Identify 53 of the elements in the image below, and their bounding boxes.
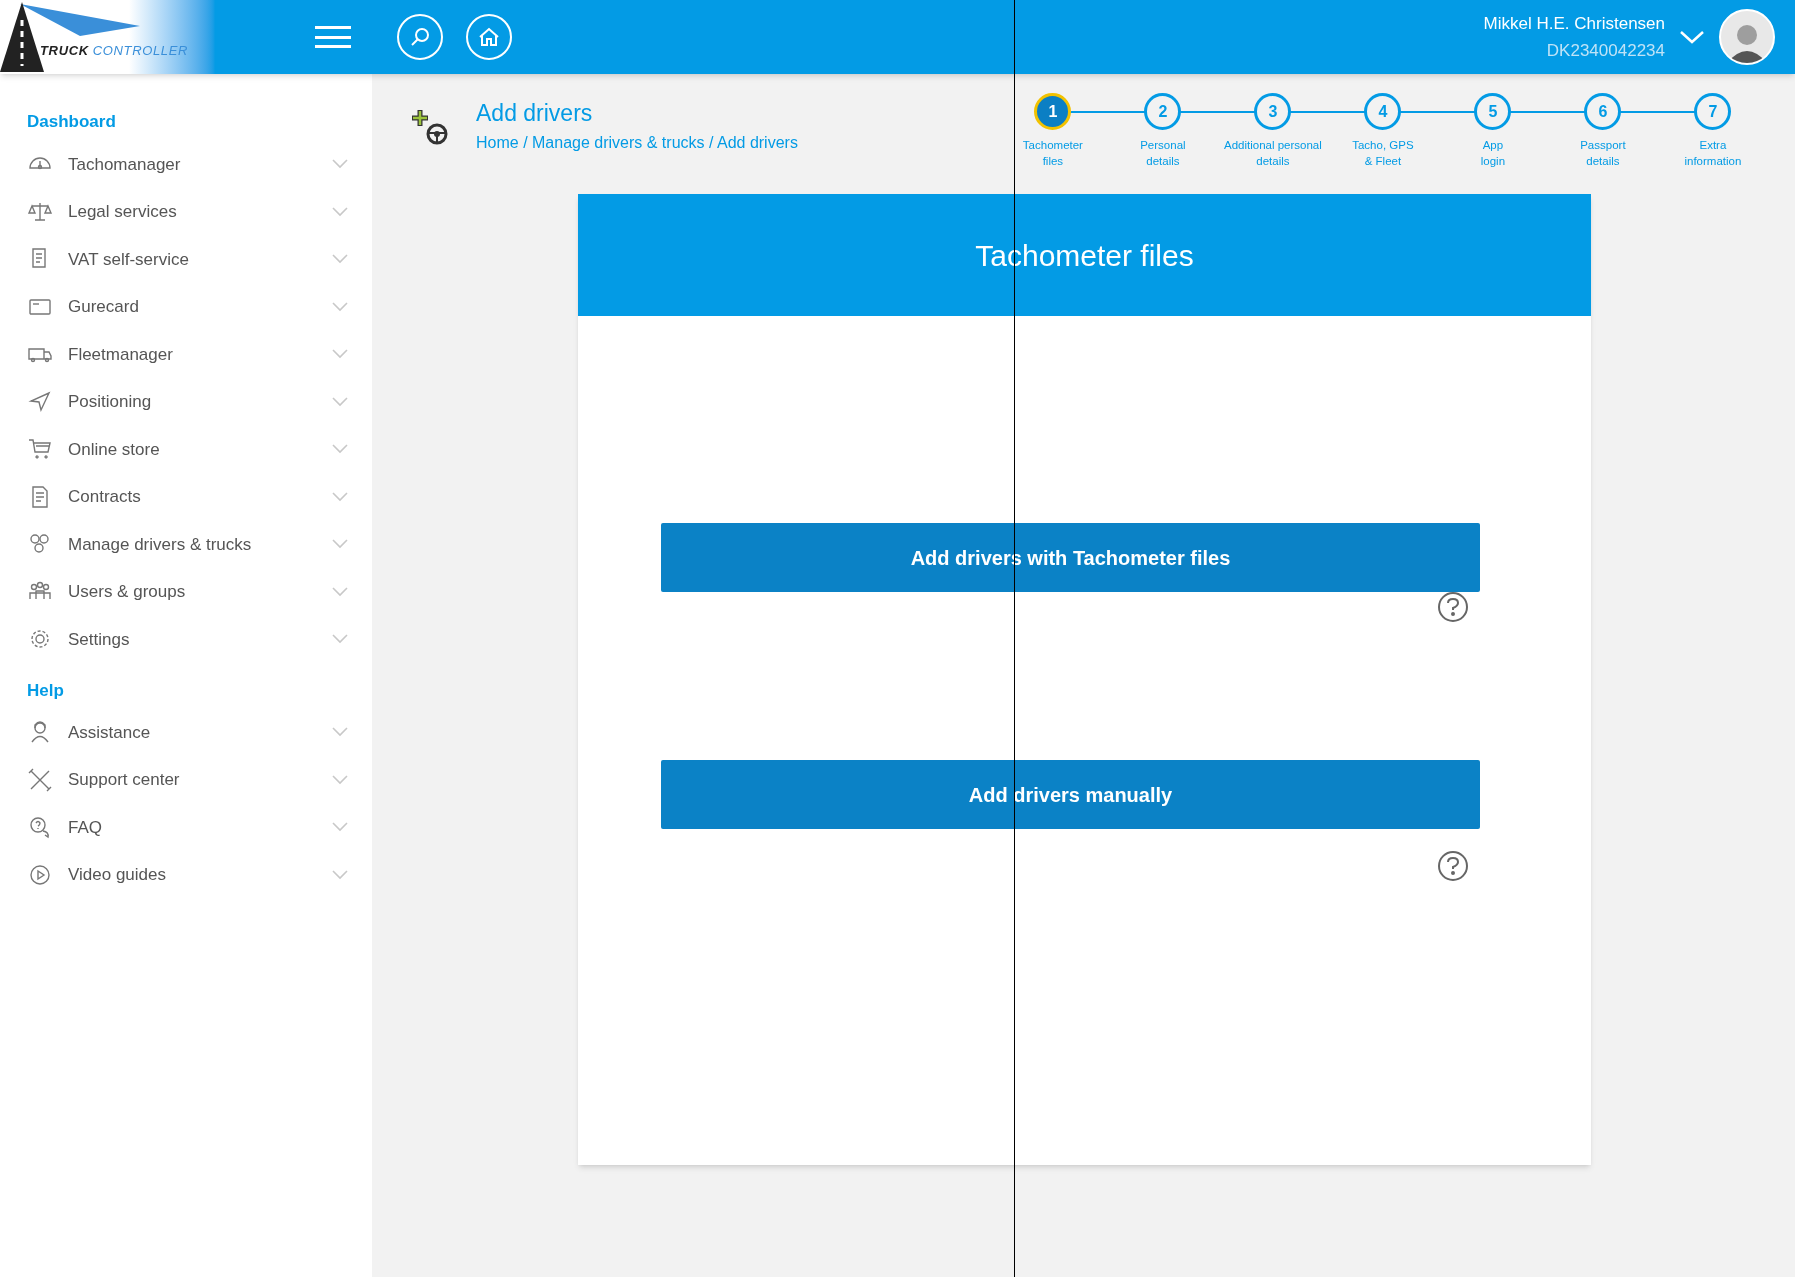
chevron-down-icon (332, 206, 348, 217)
section-heading: Dashboard (27, 111, 117, 133)
chevron-down-icon (332, 539, 348, 550)
chevron-down-icon (332, 349, 348, 360)
step-label: Additional personal details (1224, 138, 1322, 169)
chevron-down-icon (332, 727, 348, 738)
chevron-down-icon (332, 822, 348, 833)
sidebar-item[interactable]: Users & groups (27, 568, 348, 616)
chevron-down-icon (332, 159, 348, 170)
home-icon (477, 25, 501, 49)
sidebar-item[interactable]: Fleetmanager (27, 330, 348, 378)
sidebar-item[interactable]: VAT self-service (27, 235, 348, 283)
sidebar-item[interactable]: Assistance (27, 708, 348, 756)
wrench-screwdriver-icon (27, 766, 53, 793)
sidebar-item[interactable]: Legal services (27, 188, 348, 236)
sidebar-item[interactable]: Settings (27, 615, 348, 663)
option-button[interactable]: Add drivers manually (661, 760, 1480, 829)
sidebar-item[interactable]: Video guides (27, 851, 348, 899)
chevron-down-icon (332, 444, 348, 455)
chevron-down-icon (332, 254, 348, 265)
avatar[interactable] (1719, 9, 1775, 65)
chevron-down-icon (332, 301, 348, 312)
search-button[interactable] (397, 14, 443, 60)
chevron-down-icon (332, 774, 348, 785)
home-button[interactable] (466, 14, 512, 60)
step-label: App login (1480, 138, 1506, 169)
page-title: Add drivers (476, 99, 594, 128)
chevron-down-icon (332, 634, 348, 645)
sidebar-item[interactable]: Positioning (27, 378, 348, 426)
sidebar-item[interactable]: Gurecard (27, 283, 348, 331)
sidebar-item[interactable]: Tachomanager (27, 140, 348, 188)
chevron-down-icon (332, 491, 348, 502)
step-label: Extra information (1684, 138, 1742, 169)
step-label: Personal details (1140, 138, 1186, 169)
chevron-down-icon (332, 586, 348, 597)
sidebar-item[interactable]: Contracts (27, 473, 348, 521)
sidebar-item[interactable]: FAQ (27, 803, 348, 851)
menu-button[interactable] (315, 23, 351, 51)
help-icon[interactable] (1438, 851, 1468, 881)
step-label: Passport details (1580, 138, 1626, 169)
step-label: Tacho, GPS & Fleet (1352, 138, 1414, 169)
sidebar-item[interactable]: Online store (27, 425, 348, 473)
user-name: Mikkel H.E. Christensen (1483, 12, 1665, 35)
chevron-down-icon (332, 396, 348, 407)
sidebar-item[interactable]: Support center (27, 756, 348, 804)
logo-text: TRUCK (40, 41, 89, 60)
user-menu-chevron[interactable] (1679, 29, 1705, 45)
help-icon[interactable] (1438, 592, 1468, 622)
account-number: DK2340042234 (1546, 40, 1665, 62)
sidebar-item[interactable]: Manage drivers & trucks (27, 520, 348, 568)
chevron-down-icon (332, 869, 348, 880)
step-label: Tachometer files (1022, 138, 1083, 169)
section-heading: Help (27, 680, 65, 702)
